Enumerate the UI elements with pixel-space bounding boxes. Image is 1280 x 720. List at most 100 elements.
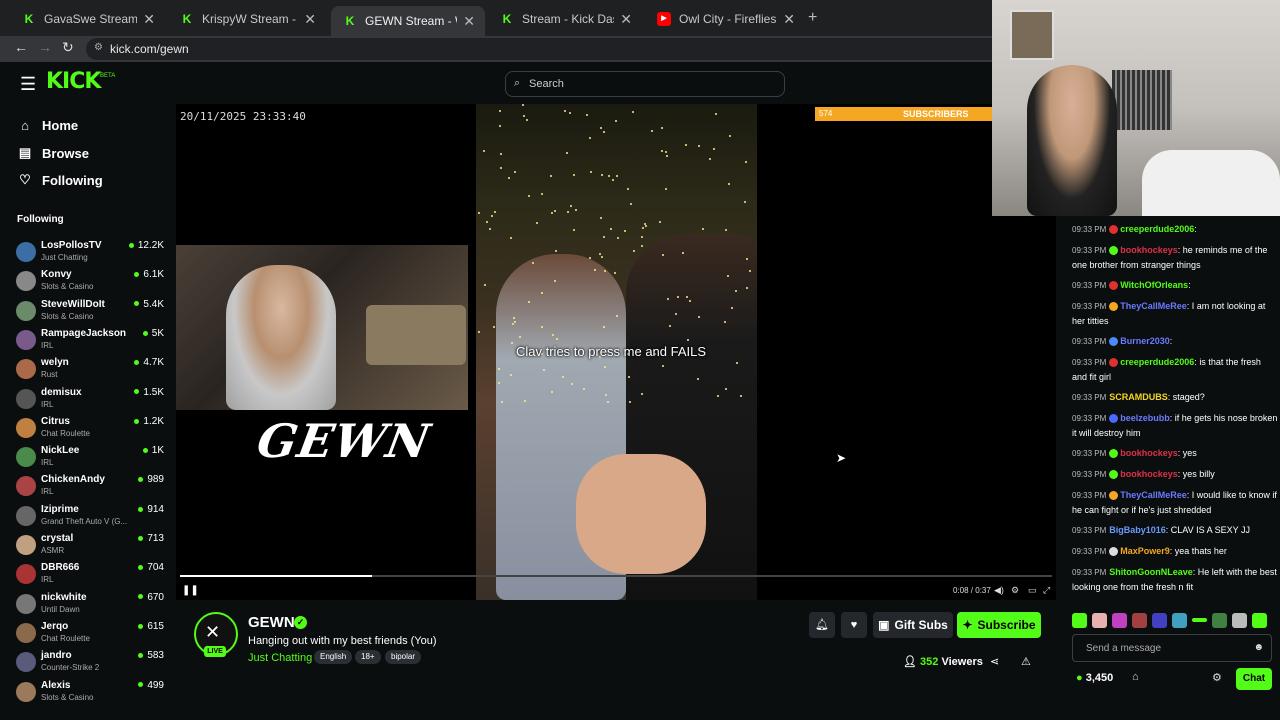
emote-icon[interactable]: [1192, 618, 1207, 622]
following-item[interactable]: SteveWillDoIt Slots & Casino 5.4K: [16, 299, 166, 327]
light-decoration: [612, 179, 615, 182]
site-info-icon[interactable]: ⚙: [94, 42, 103, 53]
close-tab-icon[interactable]: ✕: [143, 11, 155, 28]
following-item[interactable]: NickLee IRL 1K: [16, 445, 166, 473]
emote-icon[interactable]: [1152, 612, 1167, 628]
browser-tab[interactable]: K KrispyW Stream - Watch Live on Kick ✕: [168, 6, 326, 32]
message-time: 09:33 PM: [1072, 449, 1107, 458]
chat-username[interactable]: WitchOfOrleans: [1120, 280, 1188, 290]
following-item[interactable]: RampageJackson IRL 5K: [16, 328, 166, 356]
following-item[interactable]: jandro Counter-Strike 2 583: [16, 650, 166, 678]
reload-icon[interactable]: ↻: [62, 39, 74, 56]
live-dot-icon: [138, 477, 144, 483]
emote-icon[interactable]: [1112, 612, 1127, 628]
following-item[interactable]: demisux IRL 1.5K: [16, 387, 166, 415]
chat-message: 09:33 PM bookhockeys: yes billy: [1072, 467, 1278, 482]
close-tab-icon[interactable]: ✕: [304, 11, 316, 28]
chat-username[interactable]: creeperdude2006: [1120, 224, 1194, 234]
chat-username[interactable]: bookhockeys: [1120, 245, 1178, 255]
live-dot-icon: [138, 653, 144, 659]
emote-icon[interactable]: [1172, 612, 1187, 628]
emote-icon[interactable]: [1092, 612, 1107, 628]
following-item[interactable]: ChickenAndy IRL 989: [16, 474, 166, 502]
following-item[interactable]: Jerqo Chat Roulette 615: [16, 621, 166, 649]
volume-icon[interactable]: ◀): [994, 585, 1004, 596]
following-item[interactable]: nickwhite Until Dawn 670: [16, 592, 166, 620]
forward-icon[interactable]: →: [38, 39, 52, 55]
message-time: 09:33 PM: [1072, 246, 1107, 255]
follow-button[interactable]: ♥: [841, 612, 867, 638]
nav-home[interactable]: ⌂ Home: [18, 118, 78, 133]
browser-tab[interactable]: ▶ Owl City - Fireflies (Lyrics) - YouTube…: [645, 6, 805, 32]
emote-icon[interactable]: [1232, 612, 1247, 628]
following-item[interactable]: DBR666 IRL 704: [16, 562, 166, 590]
browser-tab[interactable]: K Stream - Kick Dashboard ✕: [488, 6, 642, 32]
kick-logo[interactable]: KICK: [46, 69, 101, 94]
chat-username[interactable]: SCRAMDUBS: [1109, 392, 1168, 402]
channel-viewers-value: 914: [147, 503, 164, 515]
pause-icon[interactable]: ❚❚: [182, 585, 199, 596]
stream-category[interactable]: Just Chatting: [248, 652, 312, 664]
emote-icon[interactable]: [1212, 612, 1227, 628]
tag-custom[interactable]: bipolar: [385, 650, 422, 664]
channel-viewers-value: 670: [147, 591, 164, 603]
menu-icon[interactable]: ☰: [20, 74, 36, 95]
light-decoration: [602, 325, 605, 328]
close-tab-icon[interactable]: ✕: [463, 13, 475, 30]
chat-username[interactable]: beelzebubb: [1120, 413, 1170, 423]
following-item[interactable]: Iziprime Grand Theft Auto V (G... 914: [16, 504, 166, 532]
tag-rating[interactable]: 18+: [355, 650, 381, 664]
emote-icon[interactable]: [1252, 612, 1267, 628]
new-tab-icon[interactable]: +: [808, 9, 817, 27]
tag-language[interactable]: English: [314, 650, 353, 664]
chat-input[interactable]: Send a message ☻: [1072, 634, 1272, 662]
following-item[interactable]: LosPollosTV Just Chatting 12.2K: [16, 240, 166, 268]
store-icon[interactable]: ⌂: [1132, 671, 1139, 683]
following-item[interactable]: Alexis Slots & Casino 499: [16, 680, 166, 708]
following-item[interactable]: Citrus Chat Roulette 1.2K: [16, 416, 166, 444]
following-item[interactable]: welyn Rust 4.7K: [16, 357, 166, 385]
light-decoration: [664, 151, 667, 154]
browser-tab[interactable]: K GEWN Stream - Watch Live on Kick ✕: [331, 6, 485, 36]
video-player[interactable]: GEWN 20/11/2025 23:33:40 Clav tries to p…: [176, 104, 1056, 600]
theater-icon[interactable]: ▭: [1028, 585, 1037, 596]
report-icon[interactable]: ⚠: [1021, 655, 1031, 668]
chat-username[interactable]: ShitonGoonNLeave: [1109, 567, 1193, 577]
url-field[interactable]: ⚙ kick.com/gewn: [86, 38, 1006, 60]
fullscreen-icon[interactable]: ⤢: [1043, 585, 1050, 596]
light-decoration: [681, 251, 684, 254]
subscribe-button[interactable]: ✦ Subscribe: [957, 612, 1041, 638]
video-progress-bar[interactable]: [180, 575, 1052, 577]
chat-username[interactable]: creeperdude2006: [1120, 357, 1194, 367]
light-decoration: [509, 373, 512, 376]
channel-viewers-value: 989: [147, 474, 164, 486]
following-item[interactable]: Konvy Slots & Casino 6.1K: [16, 269, 166, 297]
emoji-icon[interactable]: ☻: [1253, 642, 1264, 653]
chat-username[interactable]: bookhockeys: [1120, 469, 1178, 479]
browser-tab[interactable]: K GavaSwe Stream - Watch Live on Kick ✕: [10, 6, 165, 32]
close-tab-icon[interactable]: ✕: [620, 11, 632, 28]
following-item[interactable]: crystal ASMR 713: [16, 533, 166, 561]
chat-username[interactable]: bookhockeys: [1120, 448, 1178, 458]
notification-button[interactable]: 🔔︎: [809, 612, 835, 638]
emote-icon[interactable]: [1072, 612, 1087, 628]
back-icon[interactable]: ←: [14, 39, 28, 55]
streamer-name[interactable]: GEWN: [248, 614, 295, 631]
settings-icon[interactable]: ⚙: [1011, 585, 1019, 596]
nav-following[interactable]: ♡ Following: [18, 172, 102, 188]
chat-settings-icon[interactable]: ⚙: [1212, 671, 1222, 684]
channel-points[interactable]: ● 3,450: [1076, 672, 1113, 684]
gift-subs-button[interactable]: ▣ Gift Subs: [873, 612, 953, 638]
search-input[interactable]: ⌕ Search: [505, 71, 785, 97]
chat-username[interactable]: TheyCallMeRee: [1120, 490, 1187, 500]
chat-username[interactable]: MaxPower9: [1120, 546, 1170, 556]
send-chat-button[interactable]: Chat: [1236, 668, 1272, 690]
chat-username[interactable]: Burner2030: [1120, 336, 1170, 346]
emote-icon[interactable]: [1132, 612, 1147, 628]
nav-browse[interactable]: ▤ Browse: [18, 145, 89, 161]
chat-text: CLAV IS A SEXY JJ: [1170, 525, 1251, 535]
close-tab-icon[interactable]: ✕: [783, 11, 795, 28]
chat-username[interactable]: TheyCallMeRee: [1120, 301, 1187, 311]
chat-username[interactable]: BigBaby1016: [1109, 525, 1166, 535]
share-icon[interactable]: ⋖: [990, 655, 999, 668]
